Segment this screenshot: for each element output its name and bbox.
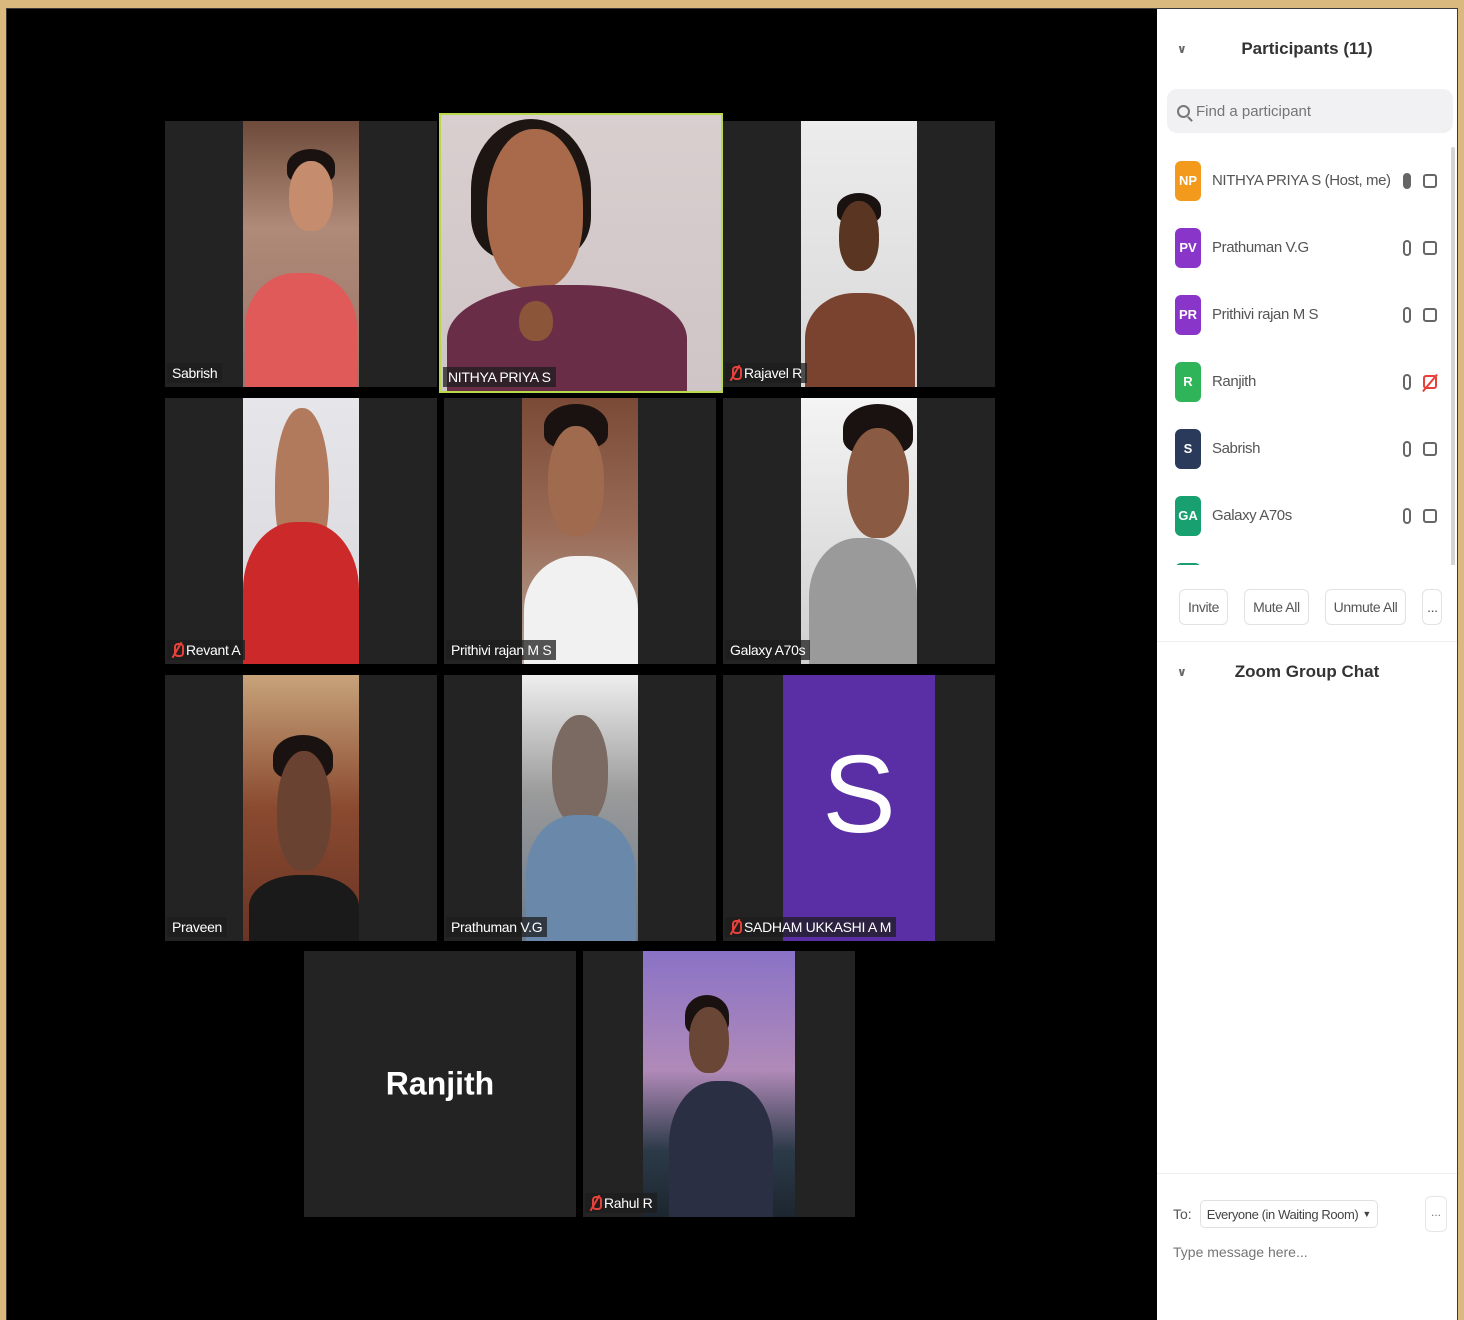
participant-avatar: PR	[1175, 294, 1201, 335]
participant-name: Sabrish	[1212, 440, 1261, 457]
participant-name: Prathuman V.G	[1212, 239, 1309, 256]
right-sidebar: ∨ Participants (11) NP NITHYA PRIYA S (H…	[1157, 9, 1457, 1320]
search-icon	[1177, 104, 1190, 118]
chat-header: ∨ Zoom Group Chat	[1157, 642, 1457, 702]
video-tile-sabrish[interactable]: Sabrish	[165, 121, 437, 387]
video-tile-nithya-priya[interactable]: NITHYA PRIYA S	[439, 113, 723, 393]
participant-name-tag: NITHYA PRIYA S	[443, 367, 556, 387]
participant-avatar: PV	[1175, 227, 1201, 268]
participant-row-partial[interactable]	[1157, 549, 1457, 565]
muted-mic-icon	[172, 642, 184, 658]
video-feed	[243, 675, 359, 941]
muted-mic-icon	[730, 919, 742, 935]
video-feed	[522, 675, 638, 941]
collapse-chat-chevron-icon[interactable]: ∨	[1177, 665, 1187, 679]
participant-name: Ranjith	[1212, 373, 1256, 390]
video-tile-prithivi-rajan[interactable]: Prithivi rajan M S	[444, 398, 716, 664]
participant-row[interactable]: PR Prithivi rajan M S	[1157, 281, 1457, 348]
mic-icon[interactable]	[1403, 440, 1411, 457]
video-feed	[522, 398, 638, 664]
participant-row[interactable]: PV Prathuman V.G	[1157, 214, 1457, 281]
participant-name-tag: Galaxy A70s	[725, 640, 811, 660]
participant-search-box[interactable]	[1167, 89, 1453, 133]
chat-footer: To: Everyone (in Waiting Room) ▼ ...	[1157, 1173, 1457, 1320]
video-feed	[441, 115, 721, 391]
chat-message-input[interactable]	[1173, 1244, 1433, 1260]
collapse-participants-chevron-icon[interactable]: ∨	[1177, 42, 1187, 56]
video-camera-icon[interactable]	[1423, 173, 1437, 188]
mic-icon[interactable]	[1403, 172, 1411, 189]
participant-name-tag: Prathuman V.G	[446, 917, 548, 937]
video-feed	[801, 398, 917, 664]
video-feed	[243, 398, 359, 664]
video-tile-rajavel[interactable]: Rajavel R	[723, 121, 995, 387]
participant-actions: Invite Mute All Unmute All ...	[1157, 565, 1457, 625]
participant-name: NITHYA PRIYA S (Host, me)	[1212, 172, 1391, 189]
participant-list-scrollbar[interactable]	[1451, 147, 1455, 565]
video-feed	[243, 121, 359, 387]
participant-search-input[interactable]	[1196, 102, 1416, 120]
participant-name-placeholder: Ranjith	[385, 1065, 495, 1102]
video-feed	[643, 951, 795, 1217]
chat-messages-area	[1157, 702, 1457, 1152]
participant-name-tag: Sabrish	[167, 363, 223, 383]
invite-button[interactable]: Invite	[1179, 589, 1229, 625]
participant-row[interactable]: R Ranjith	[1157, 348, 1457, 415]
zoom-window: Sabrish NITHYA PRIYA S Rajavel R Revant …	[6, 8, 1458, 1320]
mute-all-button[interactable]: Mute All	[1244, 589, 1309, 625]
participant-row[interactable]: GA Galaxy A70s	[1157, 482, 1457, 549]
mic-icon[interactable]	[1403, 306, 1411, 323]
participant-name: Prithivi rajan M S	[1212, 306, 1319, 323]
recipient-dropdown[interactable]: Everyone (in Waiting Room) ▼	[1199, 1200, 1378, 1228]
mic-icon[interactable]	[1403, 239, 1411, 256]
video-tile-galaxy-a70s[interactable]: Galaxy A70s	[723, 398, 995, 664]
participant-avatar-letter: S	[783, 675, 935, 941]
mic-icon[interactable]	[1403, 373, 1411, 390]
recipient-value: Everyone (in Waiting Room)	[1206, 1206, 1359, 1222]
participant-list[interactable]: NP NITHYA PRIYA S (Host, me) PV Prathuma…	[1157, 147, 1457, 565]
participant-avatar	[1175, 562, 1201, 565]
chat-title: Zoom Group Chat	[1234, 662, 1380, 681]
muted-mic-icon	[730, 365, 742, 381]
muted-mic-icon	[590, 1195, 602, 1211]
mic-icon[interactable]	[1403, 507, 1411, 524]
participant-row[interactable]: NP NITHYA PRIYA S (Host, me)	[1157, 147, 1457, 214]
video-camera-icon[interactable]	[1423, 307, 1437, 322]
video-off-icon[interactable]	[1423, 374, 1437, 389]
participants-header: ∨ Participants (11)	[1157, 9, 1457, 89]
video-camera-icon[interactable]	[1423, 508, 1437, 523]
chat-recipient-row: To: Everyone (in Waiting Room) ▼	[1157, 1174, 1457, 1228]
participant-avatar: R	[1175, 361, 1201, 402]
chevron-down-icon: ▼	[1362, 1209, 1371, 1219]
participant-name-tag: Prithivi rajan M S	[446, 640, 557, 660]
video-tile-ranjith[interactable]: Ranjith	[304, 951, 576, 1217]
video-tile-rahul[interactable]: Rahul R	[583, 951, 855, 1217]
video-tile-sadham[interactable]: S SADHAM UKKASHI A M	[723, 675, 995, 941]
participant-name: Galaxy A70s	[1212, 507, 1292, 524]
video-camera-icon[interactable]	[1423, 240, 1437, 255]
video-tile-praveen[interactable]: Praveen	[165, 675, 437, 941]
video-tile-revant[interactable]: Revant A	[165, 398, 437, 664]
participant-name-tag: Praveen	[167, 917, 228, 937]
participant-name-tag: Rahul R	[585, 1193, 658, 1213]
chat-more-button[interactable]: ...	[1425, 1196, 1447, 1232]
participant-avatar: GA	[1175, 495, 1201, 536]
participants-title: Participants (11)	[1241, 39, 1373, 58]
unmute-all-button[interactable]: Unmute All	[1324, 589, 1407, 625]
participant-name-tag: Revant A	[167, 640, 246, 660]
participant-name-tag: SADHAM UKKASHI A M	[725, 917, 897, 937]
participant-avatar: S	[1175, 428, 1201, 469]
video-tile-prathuman[interactable]: Prathuman V.G	[444, 675, 716, 941]
video-gallery: Sabrish NITHYA PRIYA S Rajavel R Revant …	[7, 9, 1157, 1320]
participant-name-tag: Rajavel R	[725, 363, 807, 383]
participant-row[interactable]: S Sabrish	[1157, 415, 1457, 482]
video-camera-icon[interactable]	[1423, 441, 1437, 456]
to-label: To:	[1173, 1206, 1192, 1222]
more-options-button[interactable]: ...	[1422, 589, 1443, 625]
participant-avatar: NP	[1175, 160, 1201, 201]
video-feed	[801, 121, 917, 387]
